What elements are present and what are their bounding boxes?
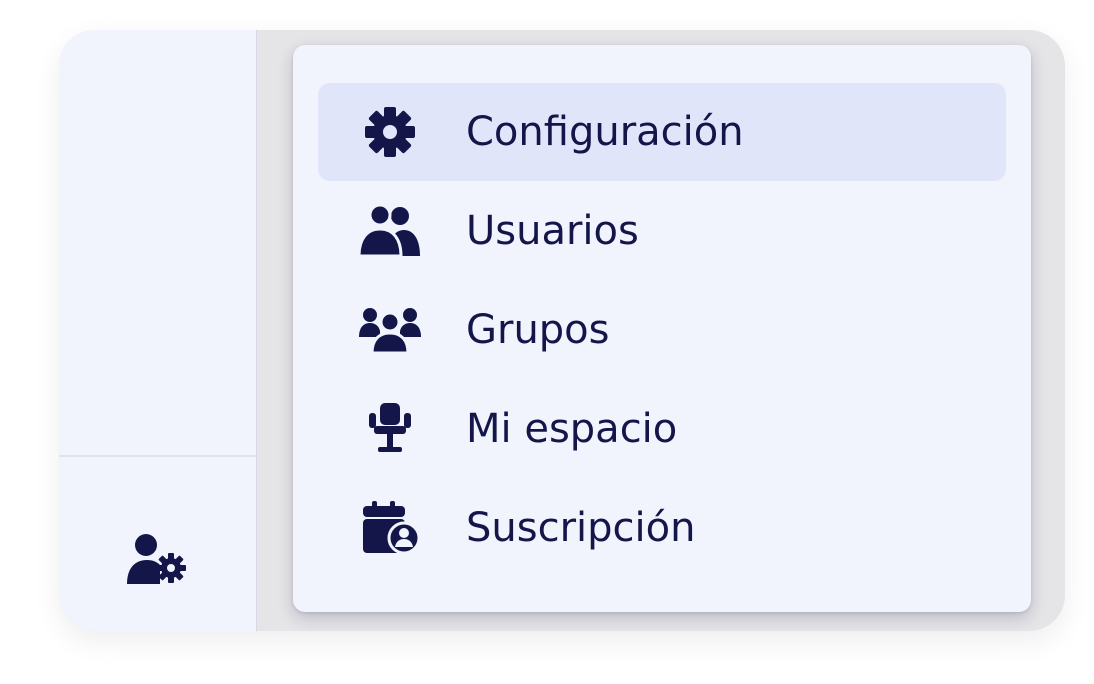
menu-item-label: Configuración	[466, 109, 744, 155]
gear-icon	[358, 105, 422, 159]
menu-item-label: Suscripción	[466, 505, 696, 551]
menu-item-mi-espacio[interactable]: Mi espacio	[318, 380, 1006, 478]
sidebar	[59, 30, 257, 631]
menu-item-label: Grupos	[466, 307, 610, 353]
menu-item-grupos[interactable]: Grupos	[318, 281, 1006, 379]
group-icon	[358, 303, 422, 357]
menu-item-suscripcion[interactable]: Suscripción	[318, 479, 1006, 577]
users-icon	[358, 204, 422, 258]
menu-item-usuarios[interactable]: Usuarios	[318, 182, 1006, 280]
chair-icon	[358, 402, 422, 456]
menu-item-label: Mi espacio	[466, 406, 678, 452]
sidebar-divider	[59, 455, 256, 457]
menu-item-configuracion[interactable]: Configuración	[318, 83, 1006, 181]
settings-dropdown-menu: Configuración Usuarios Grupos Mi espacio…	[293, 45, 1031, 612]
user-gear-icon[interactable]	[125, 532, 189, 586]
calendar-user-icon	[358, 501, 422, 555]
menu-item-label: Usuarios	[466, 208, 639, 254]
